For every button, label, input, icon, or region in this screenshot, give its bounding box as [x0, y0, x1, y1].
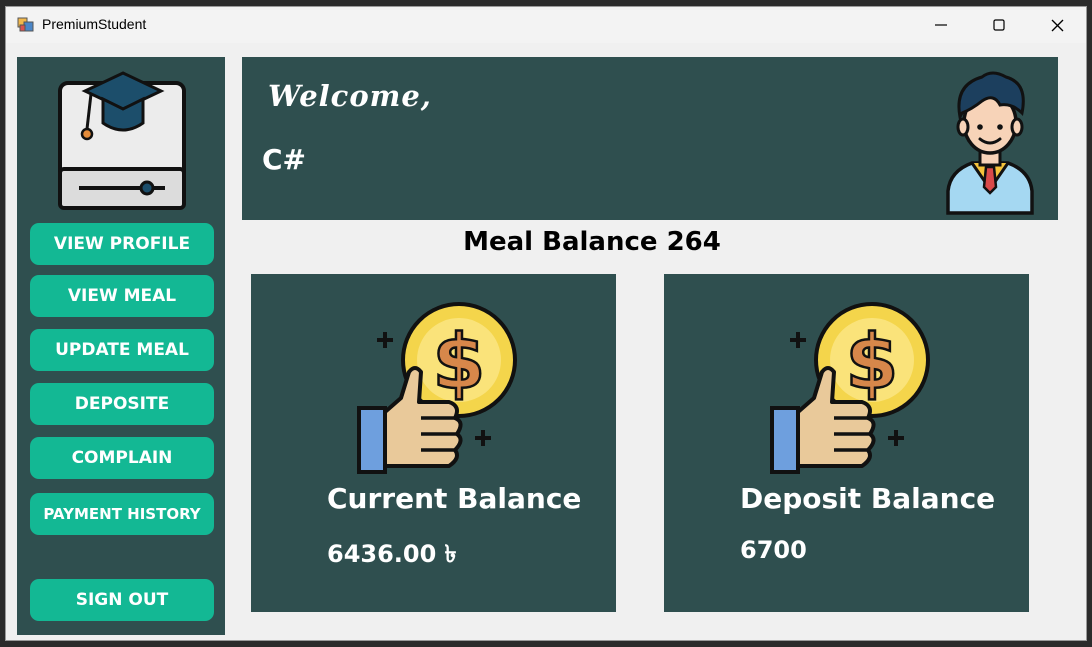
thumbs-up-coin-icon: $ — [770, 302, 930, 474]
maximize-icon — [993, 19, 1005, 31]
app-window: PremiumStudent VIEW PROFILE VIEW MEAL UP… — [5, 6, 1087, 641]
view-profile-button[interactable]: VIEW PROFILE — [30, 223, 214, 265]
current-balance-title: Current Balance — [327, 482, 582, 515]
username-label: C# — [262, 143, 307, 176]
deposit-balance-title: Deposit Balance — [740, 482, 996, 515]
update-meal-button[interactable]: UPDATE MEAL — [30, 329, 214, 371]
svg-text:$: $ — [846, 317, 899, 406]
close-button[interactable] — [1028, 7, 1086, 43]
sidebar: VIEW PROFILE VIEW MEAL UPDATE MEAL DEPOS… — [17, 57, 225, 635]
deposit-balance-card: $ Deposit Balance 6700 — [664, 274, 1029, 612]
view-meal-button[interactable]: VIEW MEAL — [30, 275, 214, 317]
deposit-balance-value: 6700 — [740, 536, 807, 564]
welcome-header: Welcome, C# — [242, 57, 1058, 220]
deposite-button[interactable]: DEPOSITE — [30, 383, 214, 425]
current-balance-value: 6436.00 ৳ — [327, 540, 457, 568]
payment-history-button[interactable]: PAYMENT HISTORY — [30, 493, 214, 535]
welcome-text: Welcome, — [268, 79, 432, 113]
meal-balance-label: Meal Balance — [463, 227, 658, 257]
graduate-student-avatar-icon — [946, 71, 1034, 215]
current-balance-card: $ Current Balance 6436.00 ৳ — [251, 274, 616, 612]
graduation-cap-logo-icon — [58, 71, 186, 210]
minimize-icon — [935, 24, 947, 26]
sign-out-button[interactable]: SIGN OUT — [30, 579, 214, 621]
meal-balance-value: 264 — [666, 227, 721, 257]
minimize-button[interactable] — [912, 7, 970, 43]
window-title: PremiumStudent — [42, 16, 147, 32]
maximize-button[interactable] — [970, 7, 1028, 43]
thumbs-up-coin-icon: $ — [357, 302, 517, 474]
svg-text:$: $ — [433, 317, 486, 406]
meal-balance-row: Meal Balance 264 — [242, 227, 942, 257]
complain-button[interactable]: COMPLAIN — [30, 437, 214, 479]
app-icon — [17, 17, 34, 32]
close-icon — [1051, 19, 1063, 31]
title-bar[interactable]: PremiumStudent — [6, 7, 1086, 43]
